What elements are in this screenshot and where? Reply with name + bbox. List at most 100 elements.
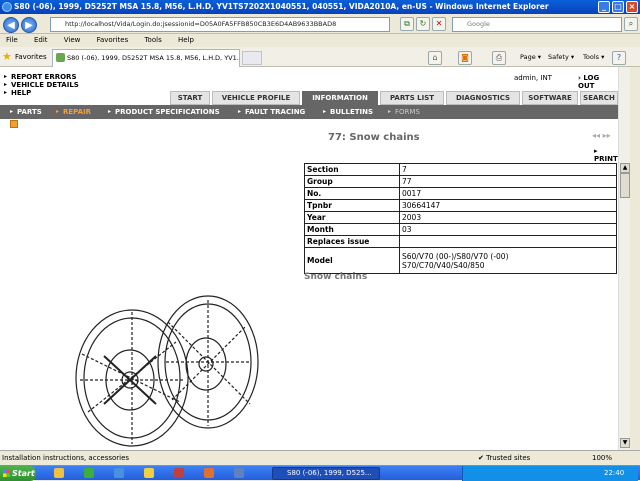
quicklaunch-icon[interactable]	[144, 468, 154, 478]
info-label: Section	[304, 163, 400, 176]
document-title: 77: Snow chains	[328, 132, 420, 143]
minimize-button[interactable]: _	[598, 1, 610, 13]
help-icon[interactable]: ?	[612, 51, 626, 65]
info-label: Replaces issue	[304, 235, 400, 248]
browser-tab[interactable]: S80 (-06), 1999, D5252T MSA 15.8, M56, L…	[52, 49, 240, 67]
info-label: Group	[304, 175, 400, 188]
table-row: Year 2003	[304, 211, 617, 224]
subnav-parts[interactable]: PARTS	[10, 105, 42, 119]
scrollbar-thumb[interactable]	[620, 173, 630, 198]
print-label: PRINT	[594, 155, 618, 163]
tab-diagnostics[interactable]: DIAGNOSTICS	[446, 91, 520, 105]
subnav-forms[interactable]: FORMS	[388, 105, 420, 119]
info-value: 77	[399, 175, 617, 188]
menu-edit[interactable]: Edit	[34, 36, 48, 44]
info-label: No.	[304, 187, 400, 200]
print-arrow-icon: ▸	[594, 147, 598, 155]
window-title: S80 (-06), 1999, D5252T MSA 15.8, M56, L…	[14, 2, 549, 11]
refresh-icon[interactable]: ↻	[416, 17, 430, 31]
info-value: 0017	[399, 187, 617, 200]
clock: 22:40	[604, 469, 625, 477]
subnav-fault-tracing[interactable]: FAULT TRACING	[238, 105, 305, 119]
maximize-button[interactable]: □	[612, 1, 624, 13]
document-tree-icon[interactable]	[10, 120, 18, 128]
report-errors-link[interactable]: REPORT ERRORS	[4, 73, 79, 81]
tab-parts-list[interactable]: PARTS LIST	[380, 91, 444, 105]
search-icon[interactable]: ⌕	[624, 17, 638, 31]
compatibility-icon[interactable]: ⧉	[400, 17, 414, 31]
tab-vehicle-profile[interactable]: VEHICLE PROFILE	[212, 91, 300, 105]
info-label: Month	[304, 223, 400, 236]
info-value: 03	[399, 223, 617, 236]
main-tabs: START VEHICLE PROFILE INFORMATION PARTS …	[170, 91, 618, 105]
new-tab-button[interactable]	[242, 51, 262, 65]
tab-search[interactable]: SEARCH	[580, 91, 618, 105]
home-icon[interactable]: ⌂	[428, 51, 442, 65]
search-input[interactable]: Google	[452, 17, 622, 32]
table-row: Group 77	[304, 175, 617, 188]
favorites-star-icon[interactable]: ★	[2, 51, 12, 63]
menu-view[interactable]: View	[64, 36, 81, 44]
tab-start[interactable]: START	[170, 91, 210, 105]
zoom-level[interactable]: 100%	[592, 451, 612, 465]
subnav-bulletins[interactable]: BULLETINS	[323, 105, 373, 119]
trusted-sites-icon: ✔	[478, 454, 487, 462]
table-row: Tpnbr 30664147	[304, 199, 617, 212]
snow-chain-illustration	[75, 295, 259, 447]
quicklaunch-icon[interactable]	[174, 468, 184, 478]
menu-bar: File Edit View Favorites Tools Help	[0, 34, 640, 47]
logout-link[interactable]: › LOG OUT	[578, 74, 618, 90]
info-value: S60/V70 (00-)/S80/V70 (-00) S70/C70/V40/…	[399, 247, 617, 274]
menu-tools[interactable]: Tools	[144, 36, 161, 44]
info-value: 2003	[399, 211, 617, 224]
quicklaunch-icon[interactable]	[234, 468, 244, 478]
tab-software[interactable]: SOFTWARE	[522, 91, 578, 105]
info-label: Model	[304, 247, 400, 274]
quicklaunch-icon[interactable]	[54, 468, 64, 478]
tab-information[interactable]: INFORMATION	[302, 91, 378, 105]
side-links: REPORT ERRORS VEHICLE DETAILS HELP	[4, 73, 79, 97]
print-toolbar-icon[interactable]: ⎙	[492, 51, 506, 65]
status-bar: Installation instructions, accessories ✔…	[0, 450, 640, 465]
stop-icon[interactable]: ✕	[432, 17, 446, 31]
info-value	[399, 235, 617, 248]
quicklaunch-icon[interactable]	[84, 468, 94, 478]
menu-help[interactable]: Help	[178, 36, 194, 44]
page-menu[interactable]: Page ▾	[520, 53, 541, 61]
info-label: Year	[304, 211, 400, 224]
status-text: Installation instructions, accessories	[2, 454, 130, 462]
table-row: No. 0017	[304, 187, 617, 200]
document-info-table: Section 7 Group 77 No. 0017 Tpnbr 30664147 Y…	[304, 163, 617, 274]
start-button[interactable]: Start	[0, 466, 36, 481]
scroll-up-arrow-icon[interactable]: ▲	[620, 163, 630, 173]
info-value: 30664147	[399, 199, 617, 212]
menu-favorites[interactable]: Favorites	[97, 36, 129, 44]
menu-file[interactable]: File	[6, 36, 18, 44]
table-row: Model S60/V70 (00-)/S80/V70 (-00) S70/C70…	[304, 247, 617, 274]
favorites-bar: ★ Favorites S80 (-06), 1999, D5252T MSA …	[0, 47, 640, 67]
forward-button[interactable]: ▶	[21, 17, 37, 33]
favorites-button[interactable]: Favorites	[15, 53, 47, 61]
subnav-repair[interactable]: REPAIR	[56, 105, 91, 119]
scroll-down-arrow-icon[interactable]: ▼	[620, 438, 630, 448]
safety-menu[interactable]: Safety ▾	[548, 53, 574, 61]
document-nav-arrows[interactable]: ◂◂ ▸▸	[592, 131, 611, 140]
quicklaunch-icon[interactable]	[114, 468, 124, 478]
security-zone-label: Trusted sites	[486, 454, 531, 462]
taskbar-item-ie[interactable]: S80 (-06), 1999, D525...	[272, 467, 380, 480]
user-name: admin, INT	[514, 74, 552, 82]
vehicle-details-link[interactable]: VEHICLE DETAILS	[4, 81, 79, 89]
tools-menu[interactable]: Tools ▾	[583, 53, 604, 61]
close-button[interactable]: ×	[626, 1, 638, 13]
quicklaunch-icon[interactable]	[204, 468, 214, 478]
print-button[interactable]: ▸ PRINT	[594, 147, 618, 163]
back-button[interactable]: ◀	[3, 17, 19, 33]
info-value: 7	[399, 163, 617, 176]
subnav-product-specifications[interactable]: PRODUCT SPECIFICATIONS	[108, 105, 220, 119]
vertical-scrollbar[interactable]: ▲ ▼	[618, 67, 630, 450]
help-link[interactable]: HELP	[4, 89, 79, 97]
url-input[interactable]: http://localhost/Vida/Login.do;jsessioni…	[50, 17, 390, 32]
feeds-icon[interactable]: ◙	[458, 51, 472, 65]
taskbar: Start S80 (-06), 1999, D525... 22:40	[0, 465, 640, 481]
table-row: Replaces issue	[304, 235, 617, 248]
